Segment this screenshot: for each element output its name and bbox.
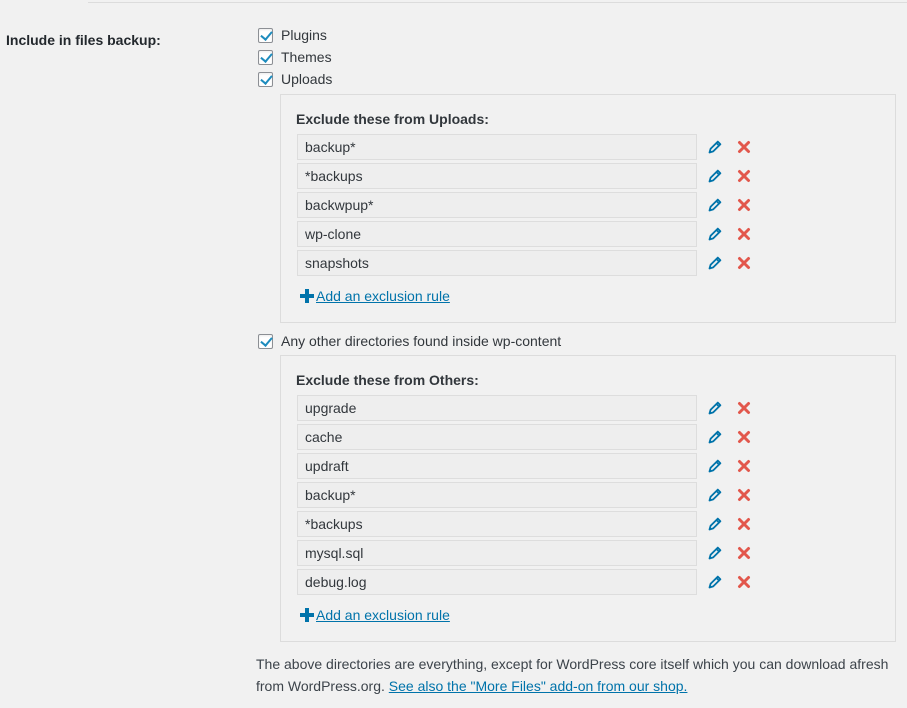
exclusion-rule-row: backwpup*	[297, 192, 757, 218]
exclusion-rule-row: *backups	[297, 511, 757, 537]
pencil-icon[interactable]	[707, 545, 723, 561]
footer-note: The above directories are everything, ex…	[256, 653, 896, 697]
others-exclusion-panel: Exclude these from Others: upgrade cache u…	[280, 355, 896, 642]
pencil-icon[interactable]	[707, 487, 723, 503]
plus-icon[interactable]	[300, 289, 314, 303]
plugins-checkbox[interactable]	[258, 27, 273, 43]
exclusion-rule-field[interactable]: *backups	[297, 163, 697, 189]
pencil-icon[interactable]	[707, 255, 723, 271]
exclusion-rule-field[interactable]: backup*	[297, 482, 697, 508]
uploads-exclusion-title: Exclude these from Uploads:	[296, 111, 489, 127]
checkbox-row-plugins[interactable]: Plugins	[258, 26, 327, 44]
pencil-icon[interactable]	[707, 226, 723, 242]
add-uploads-rule[interactable]: Add an exclusion rule	[300, 288, 450, 304]
plus-icon[interactable]	[300, 608, 314, 622]
uploads-label[interactable]: Uploads	[281, 71, 332, 87]
exclusion-rule-field[interactable]: mysql.sql	[297, 540, 697, 566]
x-icon[interactable]	[737, 517, 751, 531]
pencil-icon[interactable]	[707, 197, 723, 213]
plugins-label[interactable]: Plugins	[281, 27, 327, 43]
top-divider	[88, 2, 907, 3]
pencil-icon[interactable]	[707, 574, 723, 590]
exclusion-rule-field[interactable]: debug.log	[297, 569, 697, 595]
exclusion-rule-row: debug.log	[297, 569, 757, 595]
pencil-icon[interactable]	[707, 429, 723, 445]
x-icon[interactable]	[737, 140, 751, 154]
x-icon[interactable]	[737, 430, 751, 444]
others-checkbox[interactable]	[258, 333, 273, 349]
exclusion-rule-row: snapshots	[297, 250, 757, 276]
others-label[interactable]: Any other directories found inside wp-co…	[281, 333, 561, 349]
x-icon[interactable]	[737, 169, 751, 183]
pencil-icon[interactable]	[707, 168, 723, 184]
x-icon[interactable]	[737, 401, 751, 415]
exclusion-rule-field[interactable]: updraft	[297, 453, 697, 479]
more-files-link[interactable]: See also the "More Files" add-on from ou…	[389, 678, 688, 694]
uploads-checkbox[interactable]	[258, 71, 273, 87]
x-icon[interactable]	[737, 198, 751, 212]
x-icon[interactable]	[737, 256, 751, 270]
exclusion-rule-row: backup*	[297, 482, 757, 508]
exclusion-rule-row: upgrade	[297, 395, 757, 421]
themes-checkbox[interactable]	[258, 49, 273, 65]
add-others-rule[interactable]: Add an exclusion rule	[300, 607, 450, 623]
checkbox-row-uploads[interactable]: Uploads	[258, 70, 332, 88]
others-exclusion-title: Exclude these from Others:	[296, 372, 479, 388]
exclusion-rule-field[interactable]: upgrade	[297, 395, 697, 421]
exclusion-rule-row: updraft	[297, 453, 757, 479]
exclusion-rule-field[interactable]: snapshots	[297, 250, 697, 276]
uploads-exclusion-panel: Exclude these from Uploads: backup* *back…	[280, 94, 896, 323]
themes-label[interactable]: Themes	[281, 49, 332, 65]
pencil-icon[interactable]	[707, 516, 723, 532]
checkbox-row-themes[interactable]: Themes	[258, 48, 332, 66]
x-icon[interactable]	[737, 488, 751, 502]
exclusion-rule-field[interactable]: cache	[297, 424, 697, 450]
checkbox-row-others[interactable]: Any other directories found inside wp-co…	[258, 332, 561, 350]
pencil-icon[interactable]	[707, 400, 723, 416]
exclusion-rule-row: cache	[297, 424, 757, 450]
add-others-rule-link[interactable]: Add an exclusion rule	[316, 607, 450, 623]
add-uploads-rule-link[interactable]: Add an exclusion rule	[316, 288, 450, 304]
exclusion-rule-row: *backups	[297, 163, 757, 189]
exclusion-rule-field[interactable]: wp-clone	[297, 221, 697, 247]
x-icon[interactable]	[737, 227, 751, 241]
exclusion-rule-field[interactable]: backwpup*	[297, 192, 697, 218]
exclusion-rule-field[interactable]: *backups	[297, 511, 697, 537]
include-files-label: Include in files backup:	[6, 32, 161, 48]
exclusion-rule-field[interactable]: backup*	[297, 134, 697, 160]
pencil-icon[interactable]	[707, 139, 723, 155]
x-icon[interactable]	[737, 546, 751, 560]
exclusion-rule-row: backup*	[297, 134, 757, 160]
exclusion-rule-row: mysql.sql	[297, 540, 757, 566]
pencil-icon[interactable]	[707, 458, 723, 474]
x-icon[interactable]	[737, 459, 751, 473]
exclusion-rule-row: wp-clone	[297, 221, 757, 247]
x-icon[interactable]	[737, 575, 751, 589]
